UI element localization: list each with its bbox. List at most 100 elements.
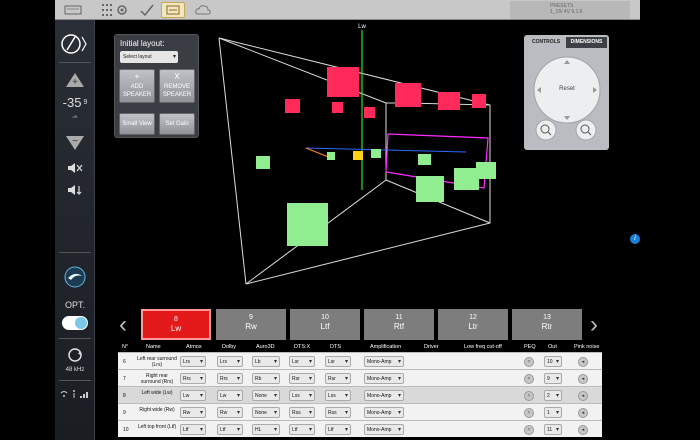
- output-select[interactable]: 1: [544, 407, 562, 418]
- peq-icon[interactable]: ≈: [524, 408, 534, 418]
- pink-noise-icon[interactable]: ◂: [578, 374, 588, 384]
- opt-toggle[interactable]: [55, 314, 95, 332]
- volume-up-button[interactable]: +: [55, 70, 95, 90]
- column-header: N°: [122, 343, 129, 352]
- atmos-select[interactable]: Lw: [180, 390, 206, 401]
- dts-select[interactable]: Rsr: [325, 373, 351, 384]
- amplification-select[interactable]: Mono-Amp: [364, 373, 404, 384]
- output-select-value: 2: [547, 393, 550, 399]
- dolby-select[interactable]: Lrs: [217, 356, 243, 367]
- peq-icon[interactable]: ≈: [524, 425, 534, 435]
- peq-icon[interactable]: ≈: [524, 391, 534, 401]
- output-select[interactable]: 9: [544, 373, 562, 384]
- column-header: PEQ: [524, 343, 536, 352]
- dim-button[interactable]: [55, 182, 95, 198]
- dts-select[interactable]: Lss: [325, 390, 351, 401]
- dolby-select[interactable]: Ltf: [217, 424, 243, 435]
- sync-icon[interactable]: [55, 346, 95, 364]
- column-header: Atmos: [186, 343, 202, 352]
- speaker-card[interactable]: 11 Rtf: [364, 309, 434, 340]
- dts-select-value: Rsr: [328, 376, 336, 382]
- speaker-layout-tab-icon[interactable]: [161, 2, 185, 18]
- tab-controls[interactable]: CONTROLS: [526, 37, 566, 48]
- peq-icon[interactable]: ≈: [524, 374, 534, 384]
- speaker-card[interactable]: 10 Ltf: [290, 309, 360, 340]
- pink-noise-icon[interactable]: ◂: [578, 425, 588, 435]
- amplification-select[interactable]: Mono-Amp: [364, 407, 404, 418]
- pink-noise-icon[interactable]: ◂: [578, 391, 588, 401]
- atmos-select[interactable]: Rw: [180, 407, 206, 418]
- speaker-card[interactable]: 9 Rw: [216, 309, 286, 340]
- amplification-select[interactable]: Mono-Amp: [364, 356, 404, 367]
- sidebar-divider: [59, 338, 91, 339]
- dolby-select[interactable]: Lw: [217, 390, 243, 401]
- speaker-card[interactable]: 12 Ltr: [438, 309, 508, 340]
- atmos-select[interactable]: Ltf: [180, 424, 206, 435]
- auro3d-select[interactable]: HL: [252, 424, 280, 435]
- auro3d-select[interactable]: Lb: [252, 356, 280, 367]
- dtsx-select-value: Lss: [292, 393, 300, 399]
- volume-decimal: 9: [83, 98, 88, 106]
- device-icon[interactable]: [61, 2, 85, 18]
- cloud-icon[interactable]: [191, 2, 215, 18]
- dtsx-select[interactable]: Rsr: [289, 373, 315, 384]
- chevron-left-icon[interactable]: ‹: [119, 309, 133, 340]
- chevron-right-icon[interactable]: ›: [590, 309, 604, 340]
- table-row[interactable]: 7 Right rear surround (Rrs) Rrs Rrs Rb Rsr Rsr…: [118, 369, 602, 386]
- atmos-select[interactable]: Rrs: [180, 373, 206, 384]
- auro3d-select[interactable]: Rb: [252, 373, 280, 384]
- mute-button[interactable]: [55, 160, 95, 176]
- output-select[interactable]: 10: [544, 356, 562, 367]
- dolby-select-value: Rw: [220, 410, 228, 416]
- table-row[interactable]: 9 Right wide (Rw) Rw Rw None Rss Rss Mono-Amp 1 ≈…: [118, 403, 602, 420]
- output-select[interactable]: 11: [544, 424, 562, 435]
- dolby-select-value: Lw: [220, 393, 227, 399]
- room-outer-edge-left: [218, 37, 247, 285]
- remove-speaker-button[interactable]: X REMOVE SPEAKER: [159, 69, 195, 103]
- auro3d-select[interactable]: None: [252, 390, 280, 401]
- room-eq-icon[interactable]: [55, 264, 95, 290]
- auro3d-select[interactable]: None: [252, 407, 280, 418]
- pink-noise-icon[interactable]: ◂: [578, 408, 588, 418]
- set-gain-button[interactable]: Set Gain: [159, 113, 195, 135]
- atmos-select-value: Rrs: [183, 376, 191, 382]
- amplification-select[interactable]: Mono-Amp: [364, 424, 404, 435]
- atmos-select[interactable]: Lrs: [180, 356, 206, 367]
- dts-select[interactable]: Ltf: [325, 424, 351, 435]
- speaker-cube: [332, 102, 343, 113]
- small-view-button[interactable]: Small View: [119, 113, 155, 135]
- remove-speaker-label-2: SPEAKER: [162, 92, 192, 98]
- orbit-control[interactable]: [524, 50, 609, 150]
- dtsx-select[interactable]: Lsr: [289, 356, 315, 367]
- settings-icon[interactable]: [110, 2, 134, 18]
- checkmark-icon[interactable]: [135, 2, 159, 18]
- add-speaker-button[interactable]: + ADD SPEAKER: [119, 69, 155, 103]
- speaker-card[interactable]: 8 Lw: [141, 309, 211, 340]
- pink-noise-icon[interactable]: ◂: [578, 357, 588, 367]
- dtsx-select[interactable]: Ltf: [289, 424, 315, 435]
- dolby-select[interactable]: Rw: [217, 407, 243, 418]
- speaker-card-name: Lw: [170, 324, 182, 333]
- axis-label: Lw: [358, 24, 366, 30]
- amplification-select[interactable]: Mono-Amp: [364, 390, 404, 401]
- dolby-select[interactable]: Rrs: [217, 373, 243, 384]
- dtsx-select[interactable]: Lss: [289, 390, 315, 401]
- speaker-card[interactable]: 13 Rtr: [512, 309, 582, 340]
- info-icon[interactable]: i: [630, 234, 640, 244]
- table-row[interactable]: 6 Left rear surround (Lrs) Lrs Lrs Lb Lsr Lsr M…: [118, 352, 602, 369]
- dts-select[interactable]: Lsr: [325, 356, 351, 367]
- table-row[interactable]: 8 Left wide (Lw) Lw Lw None Lss Lss Mono-Amp 2 ≈ ◂: [118, 386, 602, 403]
- output-select-value: 1: [547, 410, 550, 416]
- volume-down-button[interactable]: −: [55, 133, 95, 153]
- column-header: Dolby: [222, 343, 237, 352]
- output-select[interactable]: 2: [544, 390, 562, 401]
- tab-dimensions[interactable]: DIMENSIONS: [566, 37, 607, 48]
- speaker-card-name: Rtr: [541, 322, 553, 331]
- preset-info[interactable]: PRESETS 1_16/ 4V 9.1.6: [510, 1, 630, 19]
- peq-icon[interactable]: ≈: [524, 357, 534, 367]
- dts-select[interactable]: Rss: [325, 407, 351, 418]
- table-row[interactable]: 10 Left top front (Ltf) Ltf Ltf HL Ltf Ltf Mono…: [118, 420, 602, 437]
- reset-button[interactable]: Reset: [554, 86, 580, 92]
- dtsx-select[interactable]: Rss: [289, 407, 315, 418]
- layout-select[interactable]: Select layout ▾: [120, 51, 178, 63]
